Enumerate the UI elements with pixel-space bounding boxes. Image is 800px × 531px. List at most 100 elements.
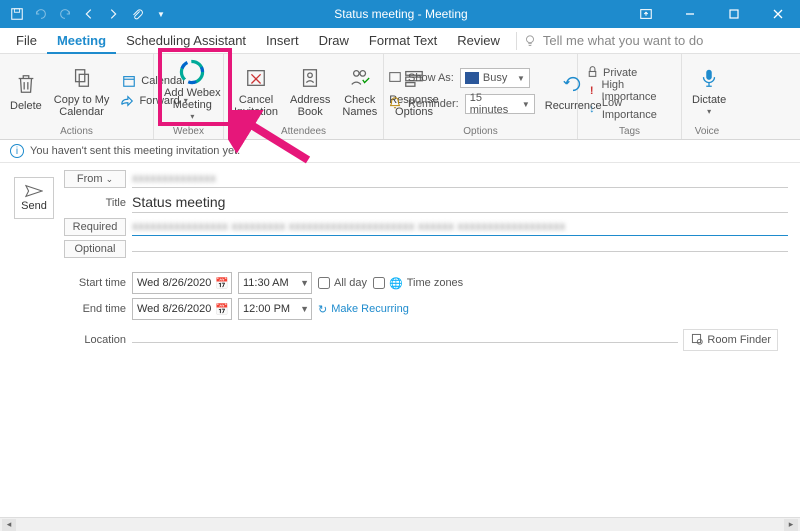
minimize-button[interactable] bbox=[668, 0, 712, 28]
reminder-label: Reminder: bbox=[408, 98, 459, 110]
mic-icon bbox=[695, 64, 723, 92]
forward-nav-icon[interactable] bbox=[104, 5, 122, 23]
ribbon-options-icon[interactable] bbox=[624, 0, 668, 28]
from-button[interactable]: From ⌄ bbox=[64, 170, 126, 188]
check-names-button[interactable]: Check Names bbox=[336, 58, 383, 124]
calendar-icon: 📅 bbox=[215, 303, 229, 316]
optional-field[interactable] bbox=[132, 247, 788, 252]
undo-icon[interactable] bbox=[32, 5, 50, 23]
bell-icon bbox=[388, 96, 402, 113]
forward-icon bbox=[119, 93, 135, 109]
group-label-attendees: Attendees bbox=[224, 126, 383, 139]
chevron-down-icon: ▼ bbox=[300, 304, 309, 314]
check-names-icon bbox=[346, 64, 374, 92]
optional-button[interactable]: Optional bbox=[64, 240, 126, 258]
save-icon[interactable] bbox=[8, 5, 26, 23]
all-day-checkbox[interactable]: All day bbox=[318, 277, 367, 289]
send-icon bbox=[25, 184, 43, 198]
copy-icon bbox=[68, 64, 96, 92]
info-text: You haven't sent this meeting invitation… bbox=[30, 145, 240, 157]
exclamation-icon: ! bbox=[586, 85, 598, 97]
scroll-left-button[interactable]: ◂ bbox=[2, 519, 16, 531]
scroll-right-button[interactable]: ▸ bbox=[784, 519, 798, 531]
tab-review[interactable]: Review bbox=[447, 28, 510, 54]
from-field[interactable]: xxxxxxxxxxxxxx bbox=[132, 169, 788, 188]
start-time-label: Start time bbox=[64, 277, 126, 289]
lock-icon bbox=[586, 65, 599, 81]
qat-dropdown-icon[interactable]: ▼ bbox=[152, 5, 170, 23]
group-options: Show As: Busy ▼ Reminder: 15 minutes ▼ bbox=[384, 54, 578, 139]
attachment-icon[interactable] bbox=[128, 5, 146, 23]
group-tags: Private ! High Importance ↓ Low Importan… bbox=[578, 54, 682, 139]
group-voice: Dictate ▾ Voice bbox=[682, 54, 732, 139]
tab-meeting[interactable]: Meeting bbox=[47, 28, 116, 54]
chevron-down-icon: ▼ bbox=[517, 74, 525, 83]
start-date-field[interactable]: Wed 8/26/2020📅 bbox=[132, 272, 232, 294]
info-bar: i You haven't sent this meeting invitati… bbox=[0, 140, 800, 163]
tab-scheduling[interactable]: Scheduling Assistant bbox=[116, 28, 256, 54]
horizontal-scrollbar[interactable]: ◂ ▸ bbox=[0, 517, 800, 531]
delete-button[interactable]: Delete bbox=[4, 58, 48, 124]
send-button[interactable]: Send bbox=[14, 177, 54, 219]
tab-insert[interactable]: Insert bbox=[256, 28, 309, 54]
title-field[interactable] bbox=[132, 192, 788, 213]
chevron-down-icon: ▾ bbox=[190, 111, 194, 123]
redo-icon[interactable] bbox=[56, 5, 74, 23]
reminder-combo[interactable]: 15 minutes ▼ bbox=[465, 94, 535, 114]
copy-to-calendar-button[interactable]: Copy to My Calendar bbox=[48, 58, 116, 124]
info-icon: i bbox=[10, 144, 24, 158]
make-recurring-link[interactable]: ↻Make Recurring bbox=[318, 303, 409, 316]
calendar-icon: 📅 bbox=[215, 277, 229, 290]
add-webex-meeting-button[interactable]: Add Webex Meeting ▾ bbox=[158, 58, 227, 124]
title-label: Title bbox=[64, 197, 126, 209]
end-time-field[interactable]: 12:00 PM▼ bbox=[238, 298, 312, 320]
tell-me-search[interactable]: Tell me what you want to do bbox=[523, 33, 703, 48]
required-button[interactable]: Required bbox=[64, 218, 126, 236]
end-time-label: End time bbox=[64, 303, 126, 315]
location-label: Location bbox=[64, 334, 126, 346]
group-label-webex: Webex bbox=[154, 126, 223, 139]
address-book-button[interactable]: Address Book bbox=[284, 58, 336, 124]
globe-icon: 🌐 bbox=[389, 277, 403, 290]
group-label-tags: Tags bbox=[578, 126, 681, 139]
back-icon[interactable] bbox=[80, 5, 98, 23]
showas-combo[interactable]: Busy ▼ bbox=[460, 68, 530, 88]
tab-file[interactable]: File bbox=[6, 28, 47, 54]
timezones-checkbox[interactable]: 🌐Time zones bbox=[373, 277, 463, 290]
quick-access-toolbar: ▼ bbox=[0, 5, 178, 23]
start-time-field[interactable]: 11:30 AM▼ bbox=[238, 272, 312, 294]
end-date-field[interactable]: Wed 8/26/2020📅 bbox=[132, 298, 232, 320]
group-actions: Delete Copy to My Calendar Calendar Forw… bbox=[0, 54, 154, 139]
location-field[interactable] bbox=[132, 338, 678, 343]
trash-icon bbox=[12, 70, 40, 98]
webex-icon bbox=[178, 59, 206, 85]
window-title: Status meeting - Meeting bbox=[178, 7, 624, 21]
ribbon: Delete Copy to My Calendar Calendar Forw… bbox=[0, 54, 800, 140]
meeting-form: Send From ⌄ xxxxxxxxxxxxxx Title Require… bbox=[0, 163, 800, 352]
lightbulb-icon bbox=[523, 34, 537, 48]
tab-format[interactable]: Format Text bbox=[359, 28, 447, 54]
low-importance-button[interactable]: ↓ Low Importance bbox=[586, 100, 673, 118]
close-button[interactable] bbox=[756, 0, 800, 28]
required-field[interactable]: xxxxxxxxxxxxxxxx xxxxxxxxx xxxxxxxxxxxxx… bbox=[132, 217, 788, 236]
showas-label: Show As: bbox=[408, 72, 454, 84]
group-attendees: Cancel Invitation Address Book Check Nam… bbox=[224, 54, 384, 139]
group-label-voice: Voice bbox=[682, 126, 732, 139]
group-webex: Add Webex Meeting ▾ Webex bbox=[154, 54, 224, 139]
tab-draw[interactable]: Draw bbox=[309, 28, 359, 54]
downarrow-icon: ↓ bbox=[586, 103, 598, 115]
room-icon bbox=[690, 332, 703, 348]
maximize-button[interactable] bbox=[712, 0, 756, 28]
chevron-down-icon: ▾ bbox=[707, 106, 711, 118]
chevron-down-icon: ⌄ bbox=[106, 174, 114, 184]
room-finder-button[interactable]: Room Finder bbox=[683, 329, 778, 351]
tab-separator bbox=[516, 32, 517, 50]
busy-swatch-icon bbox=[465, 72, 479, 84]
ribbon-tabs: File Meeting Scheduling Assistant Insert… bbox=[0, 28, 800, 54]
cancel-invitation-button[interactable]: Cancel Invitation bbox=[228, 58, 284, 124]
dictate-button[interactable]: Dictate ▾ bbox=[686, 58, 732, 124]
address-book-icon bbox=[296, 64, 324, 92]
recurrence-icon: ↻ bbox=[318, 303, 327, 316]
chevron-down-icon: ▼ bbox=[522, 100, 530, 109]
calendar-icon bbox=[121, 73, 137, 89]
